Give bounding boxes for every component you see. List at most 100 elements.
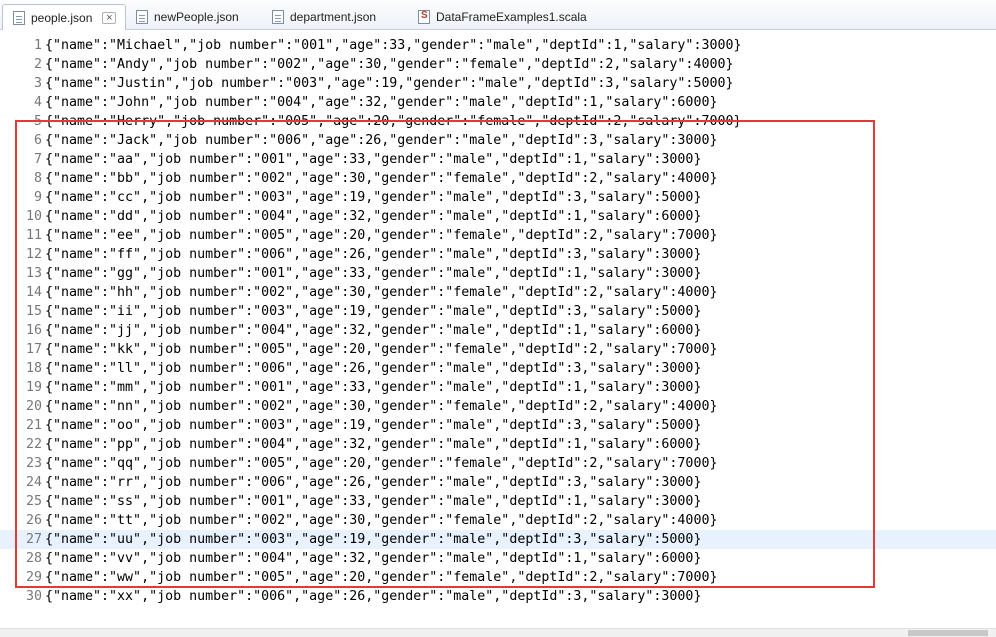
- line-number: 4: [33, 95, 42, 110]
- line-number: 14: [25, 285, 42, 300]
- line-text[interactable]: {"name":"rr","job number":"006","age":26…: [45, 473, 701, 492]
- line-text[interactable]: {"name":"Jack","job number":"006","age":…: [45, 131, 717, 150]
- tab-people-json[interactable]: people.json ×: [2, 4, 126, 31]
- line-text[interactable]: {"name":"vv","job number":"004","age":32…: [45, 549, 701, 568]
- line-text[interactable]: {"name":"uu","job number":"003","age":19…: [45, 530, 701, 549]
- line-text[interactable]: {"name":"ww","job number":"005","age":20…: [45, 568, 717, 587]
- line-text[interactable]: {"name":"cc","job number":"003","age":19…: [45, 188, 701, 207]
- line-number: 21: [25, 418, 42, 433]
- line-number: 6: [33, 133, 42, 148]
- code-line[interactable]: 11 {"name":"ee","job number":"005","age":…: [0, 226, 996, 245]
- line-number: 22: [25, 437, 42, 452]
- code-line[interactable]: 4 {"name":"John","job number":"004","age"…: [0, 93, 996, 112]
- horizontal-scrollbar[interactable]: [0, 628, 996, 637]
- line-text[interactable]: {"name":"nn","job number":"002","age":30…: [45, 397, 717, 416]
- line-number: 9: [33, 190, 42, 205]
- json-file-icon: [272, 10, 284, 24]
- line-number: 25: [25, 494, 42, 509]
- code-line[interactable]: 27 {"name":"uu","job number":"003","age":…: [0, 530, 996, 549]
- line-number: 3: [33, 76, 42, 91]
- line-number: 15: [25, 304, 42, 319]
- line-number: 24: [25, 475, 42, 490]
- line-text[interactable]: {"name":"ff","job number":"006","age":26…: [45, 245, 701, 264]
- line-number: 10: [25, 209, 42, 224]
- code-line[interactable]: 22 {"name":"pp","job number":"004","age":…: [0, 435, 996, 454]
- line-number: 16: [25, 323, 42, 338]
- line-text[interactable]: {"name":"qq","job number":"005","age":20…: [45, 454, 717, 473]
- line-text[interactable]: {"name":"aa","job number":"001","age":33…: [45, 150, 701, 169]
- code-line[interactable]: 24 {"name":"rr","job number":"006","age":…: [0, 473, 996, 492]
- code-line[interactable]: 1 {"name":"Michael","job number":"001","a…: [0, 36, 996, 55]
- tab-label: people.json: [31, 11, 93, 25]
- line-text[interactable]: {"name":"mm","job number":"001","age":33…: [45, 378, 701, 397]
- tab-label: department.json: [290, 10, 377, 24]
- line-text[interactable]: {"name":"Andy","job number":"002","age":…: [45, 55, 733, 74]
- code-line[interactable]: 15 {"name":"ii","job number":"003","age":…: [0, 302, 996, 321]
- line-text[interactable]: {"name":"hh","job number":"002","age":30…: [45, 283, 717, 302]
- scala-file-icon: [418, 10, 430, 24]
- line-text[interactable]: {"name":"ll","job number":"006","age":26…: [45, 359, 701, 378]
- code-line[interactable]: 23 {"name":"qq","job number":"005","age":…: [0, 454, 996, 473]
- code-line[interactable]: 30 {"name":"xx","job number":"006","age":…: [0, 587, 996, 606]
- line-number: 13: [25, 266, 42, 281]
- code-line[interactable]: 21 {"name":"oo","job number":"003","age":…: [0, 416, 996, 435]
- code-line[interactable]: 28 {"name":"vv","job number":"004","age":…: [0, 549, 996, 568]
- text-editor[interactable]: 1 {"name":"Michael","job number":"001","a…: [0, 30, 996, 637]
- line-number: 11: [25, 228, 42, 243]
- line-number: 7: [33, 152, 42, 167]
- line-number: 12: [25, 247, 42, 262]
- line-number: 19: [25, 380, 42, 395]
- tab-label: DataFrameExamples1.scala: [436, 10, 587, 24]
- close-icon[interactable]: ×: [102, 12, 117, 24]
- line-text[interactable]: {"name":"tt","job number":"002","age":30…: [45, 511, 717, 530]
- code-line[interactable]: 26 {"name":"tt","job number":"002","age":…: [0, 511, 996, 530]
- code-line[interactable]: 6 {"name":"Jack","job number":"006","age"…: [0, 131, 996, 150]
- code-line[interactable]: 25 {"name":"ss","job number":"001","age":…: [0, 492, 996, 511]
- line-text[interactable]: {"name":"John","job number":"004","age":…: [45, 93, 717, 112]
- code-line[interactable]: 8 {"name":"bb","job number":"002","age":3…: [0, 169, 996, 188]
- code-line[interactable]: 7 {"name":"aa","job number":"001","age":3…: [0, 150, 996, 169]
- code-line[interactable]: 5 {"name":"Herry","job number":"005","age…: [0, 112, 996, 131]
- code-line[interactable]: 3 {"name":"Justin","job number":"003","ag…: [0, 74, 996, 93]
- line-text[interactable]: {"name":"gg","job number":"001","age":33…: [45, 264, 701, 283]
- line-text[interactable]: {"name":"Michael","job number":"001","ag…: [45, 36, 741, 55]
- line-text[interactable]: {"name":"ss","job number":"001","age":33…: [45, 492, 701, 511]
- line-number: 27: [25, 532, 42, 547]
- code-line[interactable]: 14 {"name":"hh","job number":"002","age":…: [0, 283, 996, 302]
- tab-department-json[interactable]: department.json: [262, 4, 412, 30]
- line-text[interactable]: {"name":"bb","job number":"002","age":30…: [45, 169, 717, 188]
- line-text[interactable]: {"name":"kk","job number":"005","age":20…: [45, 340, 717, 359]
- line-text[interactable]: {"name":"ee","job number":"005","age":20…: [45, 226, 717, 245]
- line-text[interactable]: {"name":"Herry","job number":"005","age"…: [45, 112, 741, 131]
- code-line[interactable]: 18 {"name":"ll","job number":"006","age":…: [0, 359, 996, 378]
- json-file-icon: [13, 11, 25, 25]
- code-line[interactable]: 17 {"name":"kk","job number":"005","age":…: [0, 340, 996, 359]
- tab-label: newPeople.json: [154, 10, 239, 24]
- code-line[interactable]: 13 {"name":"gg","job number":"001","age":…: [0, 264, 996, 283]
- code-line[interactable]: 10 {"name":"dd","job number":"004","age":…: [0, 207, 996, 226]
- line-text[interactable]: {"name":"dd","job number":"004","age":32…: [45, 207, 701, 226]
- line-text[interactable]: {"name":"oo","job number":"003","age":19…: [45, 416, 701, 435]
- line-text[interactable]: {"name":"xx","job number":"006","age":26…: [45, 587, 701, 606]
- line-number: 29: [25, 570, 42, 585]
- line-number: 30: [25, 589, 42, 604]
- line-text[interactable]: {"name":"jj","job number":"004","age":32…: [45, 321, 701, 340]
- tab-newpeople-json[interactable]: newPeople.json: [126, 4, 276, 30]
- line-number: 2: [33, 57, 42, 72]
- line-text[interactable]: {"name":"ii","job number":"003","age":19…: [45, 302, 701, 321]
- scrollbar-thumb[interactable]: [908, 630, 988, 636]
- code-line[interactable]: 12 {"name":"ff","job number":"006","age":…: [0, 245, 996, 264]
- line-number: 17: [25, 342, 42, 357]
- line-number: 5: [33, 114, 42, 129]
- code-line[interactable]: 29 {"name":"ww","job number":"005","age":…: [0, 568, 996, 587]
- code-line[interactable]: 2 {"name":"Andy","job number":"002","age"…: [0, 55, 996, 74]
- line-number: 28: [25, 551, 42, 566]
- line-number: 20: [25, 399, 42, 414]
- code-line[interactable]: 16 {"name":"jj","job number":"004","age":…: [0, 321, 996, 340]
- line-text[interactable]: {"name":"pp","job number":"004","age":32…: [45, 435, 701, 454]
- code-line[interactable]: 9 {"name":"cc","job number":"003","age":1…: [0, 188, 996, 207]
- code-line[interactable]: 20 {"name":"nn","job number":"002","age":…: [0, 397, 996, 416]
- tab-dataframeexamples1-scala[interactable]: DataFrameExamples1.scala: [408, 4, 608, 30]
- code-line[interactable]: 19 {"name":"mm","job number":"001","age":…: [0, 378, 996, 397]
- line-text[interactable]: {"name":"Justin","job number":"003","age…: [45, 74, 733, 93]
